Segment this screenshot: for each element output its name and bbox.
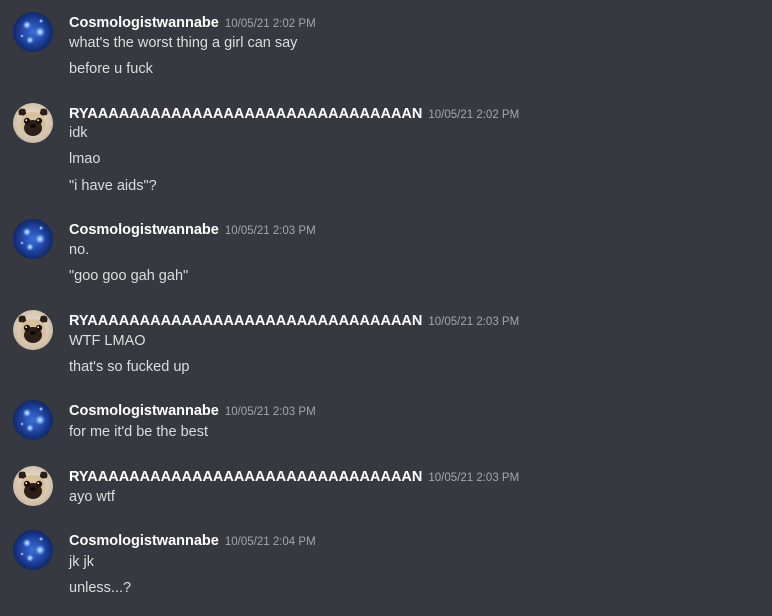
message-header: Cosmologistwannabe 10/05/21 2:03 PM (69, 219, 316, 241)
message-header: RYAAAAAAAAAAAAAAAAAAAAAAAAAAAAAAAN 10/05/… (69, 310, 519, 332)
message-header: Cosmologistwannabe 10/05/21 2:04 PM (69, 530, 316, 552)
timestamp: 10/05/21 2:02 PM (224, 18, 316, 30)
message-text: that's so fucked up (69, 359, 190, 375)
username[interactable]: Cosmologistwannabe (69, 222, 219, 238)
username[interactable]: Cosmologistwannabe (69, 533, 219, 549)
message-text: idk (69, 125, 88, 141)
username[interactable]: RYAAAAAAAAAAAAAAAAAAAAAAAAAAAAAAAN (69, 106, 422, 122)
timestamp: 10/05/21 2:04 PM (224, 536, 316, 548)
pug-avatar-icon[interactable] (13, 310, 53, 350)
message-text: for me it'd be the best (69, 424, 208, 440)
chat-message-list: Cosmologistwannabe 10/05/21 2:02 PM what'… (0, 0, 772, 616)
galaxy-avatar-icon[interactable] (13, 12, 53, 52)
galaxy-avatar-icon[interactable] (13, 219, 53, 259)
username[interactable]: RYAAAAAAAAAAAAAAAAAAAAAAAAAAAAAAAN (69, 313, 422, 329)
pug-avatar-icon[interactable] (13, 103, 53, 143)
message-text: "goo goo gah gah" (69, 268, 189, 284)
message-header: Cosmologistwannabe 10/05/21 2:03 PM (69, 400, 316, 422)
message-text: what's the worst thing a girl can say (69, 35, 298, 51)
timestamp: 10/05/21 2:03 PM (428, 472, 520, 484)
message-text: unless...? (69, 580, 132, 596)
username[interactable]: RYAAAAAAAAAAAAAAAAAAAAAAAAAAAAAAAN (69, 469, 422, 485)
timestamp: 10/05/21 2:03 PM (428, 316, 520, 328)
message-header: RYAAAAAAAAAAAAAAAAAAAAAAAAAAAAAAAN 10/05/… (69, 466, 519, 488)
username[interactable]: Cosmologistwannabe (69, 15, 219, 31)
message-header: RYAAAAAAAAAAAAAAAAAAAAAAAAAAAAAAAN 10/05/… (69, 103, 519, 125)
message-text: "i have aids"? (69, 178, 157, 194)
pug-avatar-icon[interactable] (13, 466, 53, 506)
timestamp: 10/05/21 2:03 PM (224, 225, 316, 237)
message-text: before u fuck (69, 61, 153, 77)
message-text: lmao (69, 151, 101, 167)
galaxy-avatar-icon[interactable] (13, 530, 53, 570)
message-text: jk jk (69, 554, 94, 570)
timestamp: 10/05/21 2:03 PM (224, 406, 316, 418)
message-header: Cosmologistwannabe 10/05/21 2:02 PM (69, 12, 316, 34)
message-text: no. (69, 242, 90, 258)
timestamp: 10/05/21 2:02 PM (428, 109, 520, 121)
galaxy-avatar-icon[interactable] (13, 400, 53, 440)
username[interactable]: Cosmologistwannabe (69, 403, 219, 419)
message-text: ayo wtf (69, 489, 115, 505)
message-text: WTF LMAO (69, 333, 146, 349)
